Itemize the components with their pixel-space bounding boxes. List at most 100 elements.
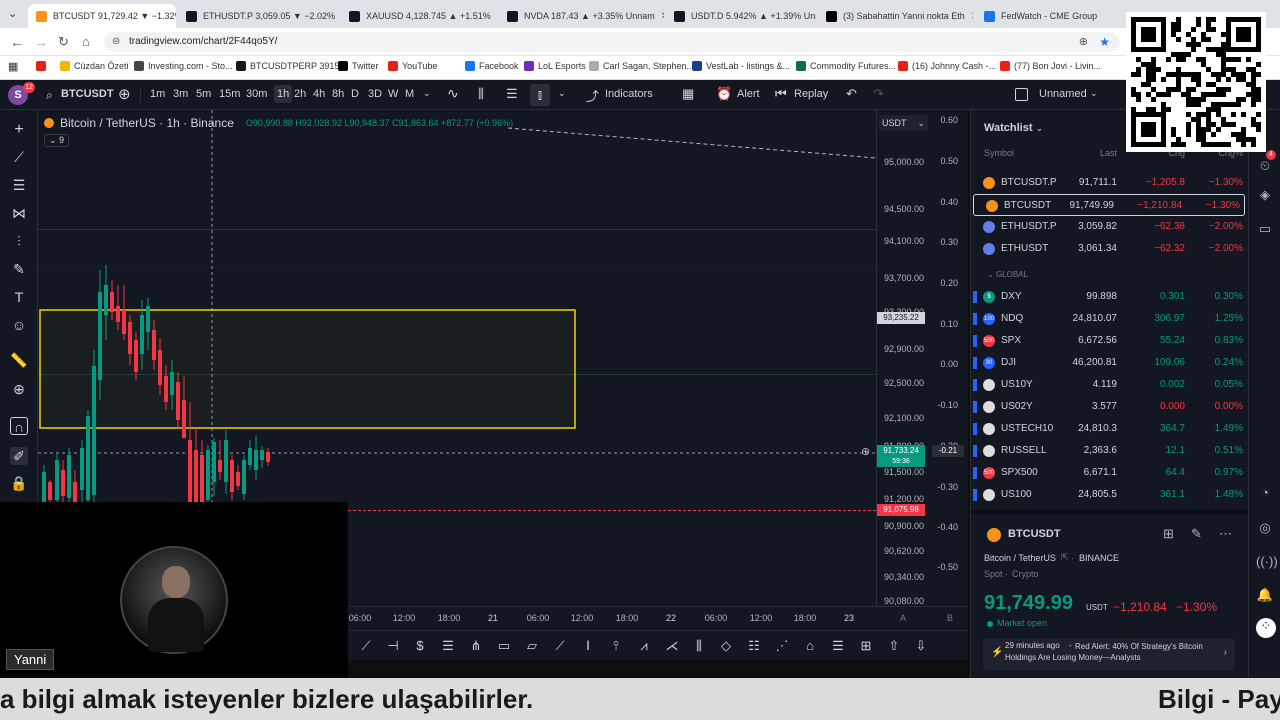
details-name[interactable]: Bitcoin / TetherUS [984,553,1056,563]
watchlist-row[interactable]: ETHUSDT 3,061.34 −62.32 −2.00% [971,238,1247,260]
emoji-icon[interactable]: ☺ [10,316,28,334]
percent-axis[interactable]: 0.600.500.400.300.200.100.00-0.10-0.20-0… [928,110,968,606]
forward-icon[interactable]: → [34,34,48,50]
global-section[interactable]: ⌄ GLOBAL [987,270,1028,279]
browser-tab[interactable]: NVDA 187.43 ▲ +3.35% Unnam ✕ [499,4,664,28]
target-icon[interactable]: ◎ [1256,520,1274,538]
replay-button[interactable]: Replay [794,88,828,100]
chart-pane-lower[interactable] [348,502,876,606]
bookmark-item[interactable]: Investing.com - Sto... [134,61,233,71]
layers-icon[interactable]: ◈ [1256,187,1274,205]
line-chart-icon[interactable]: ∿ [447,85,459,102]
diamond-icon[interactable]: ◇ [718,638,734,654]
interval-3D[interactable]: 3D [368,88,382,100]
site-info-icon[interactable]: ⊜ [112,32,120,52]
bookmark-item[interactable]: (77) Bon Jovi - Livin... [1000,61,1101,71]
bookmark-item[interactable] [36,61,46,71]
watchlist-row[interactable]: US02Y 3.577 0.000 0.00% [971,396,1247,418]
interval-D[interactable]: D [351,88,359,100]
axis-extra-a[interactable]: A [900,613,906,623]
interval-chevron-icon[interactable]: ⌄ [423,88,431,99]
chat-icon[interactable]: ▭ [1256,221,1274,239]
bookmark-item[interactable]: Carl Sagan, Stephen... [589,61,694,71]
arrow-up-icon[interactable]: ⇧ [886,638,902,654]
crosshair-icon[interactable]: + [10,121,28,139]
horizontal-line-icon[interactable]: ⊣ [385,638,401,654]
gauge-icon[interactable]: ◔ [1256,485,1274,503]
watchlist-row[interactable]: $ DXY 99.898 0.301 0.30% [971,286,1247,308]
address-input[interactable]: ⊜ tradingview.com/chart/2F44qo5Y/ ⊕ ★ [104,32,1120,52]
indicators-icon[interactable]: ⤴ [586,86,599,105]
interval-1m[interactable]: 1m [150,88,165,100]
bookmark-item[interactable]: VestLab - listings &... [692,61,790,71]
layout-chevron-icon[interactable]: ⌄ [1090,88,1098,99]
trend-fan-icon[interactable]: ⋰ [774,638,790,654]
pin-icon[interactable]: ⫯ [608,638,624,654]
lines-icon[interactable]: ☰ [830,638,846,654]
bookmark-item[interactable]: (16) Johnny Cash -... [898,61,996,71]
path-icon[interactable]: ⟋ [552,638,568,654]
lock-icon[interactable]: 🔒 [10,474,28,492]
browser-tab[interactable]: BTCUSDT 91,729.42 ▼ −1.32%✕ [28,4,176,28]
interval-30m[interactable]: 30m [246,88,267,100]
header-symbol[interactable]: Symbol [984,148,1014,158]
bell-icon[interactable]: 🔔 [1256,587,1274,605]
forecast-icon[interactable]: ⫶ [10,232,28,250]
broadcast-icon[interactable]: ((·)) [1256,554,1278,572]
undo-icon[interactable]: ↶ [846,86,857,102]
text-tool-icon[interactable]: T [10,288,28,306]
interval-2h[interactable]: 2h [294,88,306,100]
external-link-icon[interactable]: ⇱ [1061,552,1069,563]
columns-icon[interactable]: ⫼ [691,638,707,654]
browser-tab[interactable]: XAUUSD 4,128.745 ▲ +1.51%✕ [341,4,496,28]
replay-icon[interactable]: ⏮ [775,86,787,102]
details-symbol[interactable]: BTCUSDT [1008,528,1061,540]
bookmark-item[interactable]: Twitter [338,61,379,71]
price-axis[interactable]: USDT ⌄ 95,000.00 94,500.00 94,100.00 93,700.… [876,110,929,606]
arrow-down-icon[interactable]: ⇩ [913,638,929,654]
indicators-button[interactable]: Indicators [605,88,653,100]
reload-icon[interactable]: ↻ [58,34,69,50]
alert-button[interactable]: Alert [737,88,760,100]
redo-icon[interactable]: ↷ [873,86,884,102]
bookmark-item[interactable]: YouTube [388,61,437,71]
candle-type-icon[interactable]: ⫼ [478,86,484,102]
templates-icon[interactable]: ▦ [682,86,694,102]
compare-add-icon[interactable]: ⊕ [118,85,131,103]
apps-grid-icon[interactable]: ▦ [8,60,18,73]
indicator-collapse[interactable]: ⌄ 9 [44,134,70,147]
watchlist-row[interactable]: US10Y 4.119 0.002 0.05% [971,374,1247,396]
watchlist-row[interactable]: 500 SPX500 6,671.1 64.4 0.97% [971,462,1247,484]
watchlist-title[interactable]: Watchlist ⌄ [984,122,1043,134]
bar-type-icon[interactable]: ☰ [506,86,518,102]
bookmark-star-icon[interactable]: ★ [1099,32,1110,52]
brush-icon[interactable]: ✎ [10,260,28,278]
zoom-icon[interactable]: ⊕ [1079,32,1088,52]
symbol-search[interactable]: BTCUSDT [61,88,114,100]
tab-close-icon[interactable]: ✕ [661,11,664,22]
brush-tool-icon[interactable]: ⌂ [802,638,818,654]
details-grid-icon[interactable]: ⊞ [1163,526,1174,542]
home-icon[interactable]: ⌂ [82,34,90,49]
tab-menu-icon[interactable]: ⌄ [8,7,17,20]
price-label-icon[interactable]: $ [412,638,428,654]
trendline-tool-icon[interactable]: ⟋ [358,638,374,654]
interval-4h[interactable]: 4h [313,88,325,100]
watchlist-row[interactable]: 30 DJI 46,200.81 109.06 0.24% [971,352,1247,374]
browser-tab[interactable]: FedWatch - CME Group✕ [976,4,1141,28]
time-axis[interactable]: 06:00 12:00 18:00 21 06:00 12:00 18:00 22 06:00 1… [348,606,968,630]
grid-icon[interactable]: ⊞ [858,638,874,654]
add-alert-icon[interactable]: ⊕ [861,445,870,458]
text-icon[interactable]: Ⅰ [580,638,596,654]
gann-icon[interactable]: ⩘ [636,638,652,654]
chart-title[interactable]: Bitcoin / TetherUS · 1h · Binance [60,116,234,130]
interval-5m[interactable]: 5m [196,88,211,100]
ruler-icon[interactable]: 📏 [10,351,28,369]
tab-close-icon[interactable]: ✕ [971,11,973,22]
watchlist-row[interactable]: BTCUSDT 91,749.99 −1,210.84 −1.30% [973,194,1245,216]
zoom-in-icon[interactable]: ⊕ [10,380,28,398]
parallel-channel-icon[interactable]: ☰ [440,638,456,654]
layout-name[interactable]: Unnamed [1039,88,1087,100]
watchlist-row[interactable]: RUSSELL 2,363.6 12.1 0.51% [971,440,1247,462]
fib-levels-icon[interactable]: ☷ [746,638,762,654]
